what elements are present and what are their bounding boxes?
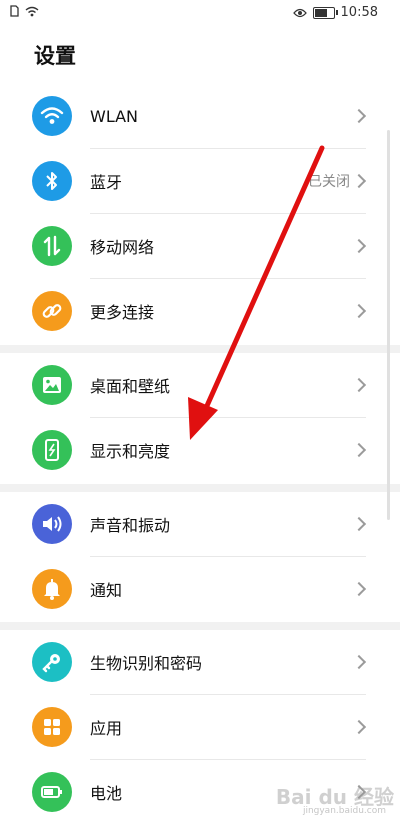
group-separator bbox=[0, 345, 400, 353]
apps-icon bbox=[32, 707, 72, 747]
key-icon bbox=[32, 642, 72, 682]
settings-item-label: 应用 bbox=[90, 719, 123, 738]
chevron-right-icon bbox=[351, 654, 367, 670]
settings-item-apps[interactable]: 应用 bbox=[0, 695, 386, 759]
settings-item-bluetooth[interactable]: 蓝牙 已关闭 bbox=[0, 149, 386, 213]
bell-icon bbox=[32, 569, 72, 609]
settings-item-more-connections[interactable]: 更多连接 bbox=[0, 279, 386, 343]
battery-status-icon bbox=[312, 6, 338, 19]
settings-item-mobile-network[interactable]: 移动网络 bbox=[0, 214, 386, 278]
settings-item-label: WLAN bbox=[90, 106, 139, 126]
chevron-right-icon bbox=[351, 442, 367, 458]
watermark-url: jingyan.baidu.com bbox=[302, 806, 386, 816]
chevron-right-icon bbox=[351, 108, 367, 124]
settings-item-sound[interactable]: 声音和振动 bbox=[0, 492, 386, 556]
sim-icon bbox=[10, 5, 19, 17]
group-separator bbox=[0, 622, 400, 630]
chevron-right-icon bbox=[351, 377, 367, 393]
settings-item-biometrics[interactable]: 生物识别和密码 bbox=[0, 630, 386, 694]
scrollbar[interactable] bbox=[387, 130, 390, 520]
chevron-right-icon bbox=[351, 581, 367, 597]
chevron-right-icon bbox=[351, 238, 367, 254]
chevron-right-icon bbox=[351, 516, 367, 532]
settings-item-label: 桌面和壁纸 bbox=[90, 377, 171, 396]
group-separator bbox=[0, 484, 400, 492]
chevron-right-icon bbox=[351, 303, 367, 319]
mobile-data-icon bbox=[32, 226, 72, 266]
status-time: 10:58 bbox=[340, 5, 378, 20]
chevron-right-icon bbox=[351, 719, 367, 735]
wifi-icon bbox=[32, 96, 72, 136]
bluetooth-icon bbox=[32, 161, 72, 201]
settings-item-label: 更多连接 bbox=[90, 303, 155, 322]
sound-icon bbox=[32, 504, 72, 544]
eye-icon bbox=[292, 8, 307, 17]
bluetooth-status: 已关闭 bbox=[308, 174, 350, 190]
settings-item-label: 移动网络 bbox=[90, 238, 155, 257]
display-icon bbox=[32, 430, 72, 470]
settings-item-label: 通知 bbox=[90, 581, 123, 600]
settings-item-label: 蓝牙 bbox=[90, 173, 123, 192]
settings-item-display[interactable]: 显示和亮度 bbox=[0, 418, 386, 482]
settings-item-wlan[interactable]: WLAN bbox=[0, 84, 386, 148]
status-bar: 10:58 bbox=[0, 0, 400, 26]
wallpaper-icon bbox=[32, 365, 72, 405]
settings-item-label: 声音和振动 bbox=[90, 516, 171, 535]
chevron-right-icon bbox=[351, 173, 367, 189]
link-icon bbox=[32, 291, 72, 331]
settings-item-notifications[interactable]: 通知 bbox=[0, 557, 386, 621]
wifi-status-icon bbox=[25, 6, 39, 16]
settings-item-label: 电池 bbox=[90, 784, 123, 803]
battery-icon bbox=[32, 772, 72, 812]
settings-item-label: 生物识别和密码 bbox=[90, 654, 203, 673]
page-title: 设置 bbox=[34, 44, 76, 68]
settings-item-label: 显示和亮度 bbox=[90, 442, 171, 461]
settings-item-wallpaper[interactable]: 桌面和壁纸 bbox=[0, 353, 386, 417]
